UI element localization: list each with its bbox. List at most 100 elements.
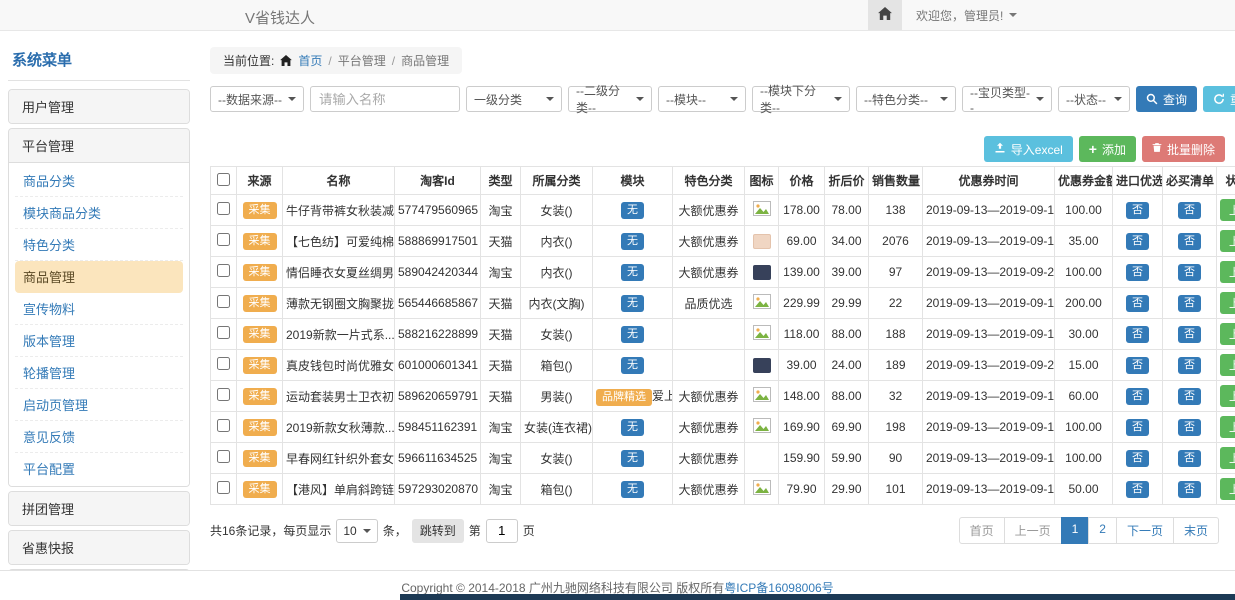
sidebar-section: 用户管理 (8, 89, 190, 124)
row-checkbox[interactable] (217, 202, 230, 215)
chevron-down-icon (363, 529, 371, 533)
select-all-checkbox[interactable] (217, 173, 230, 186)
row-checkbox[interactable] (217, 295, 230, 308)
import-select-badge[interactable]: 否 (1126, 233, 1149, 250)
import-select-badge[interactable]: 否 (1126, 326, 1149, 343)
sidebar-item[interactable]: 商品分类 (15, 165, 183, 197)
taoke-id: 597293020870 (395, 474, 481, 505)
coupon-time: 2019-09-13—2019-09-17 (923, 412, 1055, 443)
name-search-input[interactable] (310, 86, 460, 112)
status-button[interactable]: 上架 (1220, 354, 1235, 376)
row-checkbox[interactable] (217, 450, 230, 463)
level2-category-filter[interactable]: --二级分类-- (568, 86, 652, 112)
sidebar-section-header[interactable]: 拼团管理 (9, 492, 189, 525)
status-button[interactable]: 上架 (1220, 385, 1235, 407)
status-filter[interactable]: --状态-- (1058, 86, 1130, 112)
sidebar-item[interactable]: 轮播管理 (15, 357, 183, 389)
sidebar-item[interactable]: 版本管理 (15, 325, 183, 357)
chevron-down-icon (940, 97, 948, 101)
breadcrumb-item: 平台管理 (338, 52, 386, 69)
sidebar-item[interactable]: 启动页管理 (15, 389, 183, 421)
sidebar-item[interactable]: 商品管理 (15, 261, 183, 293)
row-checkbox[interactable] (217, 388, 230, 401)
product-name: 真皮钱包时尚优雅女士... (283, 350, 395, 381)
status-button[interactable]: 上架 (1220, 199, 1235, 221)
import-select-badge[interactable]: 否 (1126, 357, 1149, 374)
pager-item[interactable]: 末页 (1173, 517, 1219, 544)
pager-item[interactable]: 下一页 (1116, 517, 1174, 544)
status-button[interactable]: 上架 (1220, 261, 1235, 283)
jump-button[interactable]: 跳转到 (412, 519, 464, 543)
row-checkbox[interactable] (217, 326, 230, 339)
reset-button[interactable]: 重置 (1203, 86, 1235, 112)
sidebar-item[interactable]: 意见反馈 (15, 421, 183, 453)
module-filter[interactable]: --模块-- (658, 86, 746, 112)
import-select-badge[interactable]: 否 (1126, 419, 1149, 436)
refresh-icon (1213, 93, 1225, 105)
import-select-badge[interactable]: 否 (1126, 295, 1149, 312)
status-button[interactable]: 上架 (1220, 478, 1235, 500)
sidebar-section-header[interactable]: 平台管理 (9, 129, 189, 162)
sidebar-item[interactable]: 特色分类 (15, 229, 183, 261)
product-image-icon (753, 418, 771, 436)
module-subcategory-filter[interactable]: --模块下分类-- (752, 86, 850, 112)
row-checkbox[interactable] (217, 419, 230, 432)
user-menu[interactable]: 欢迎您，管理员! (902, 7, 1031, 24)
batch-delete-button[interactable]: 批量删除 (1142, 136, 1225, 162)
status-button[interactable]: 上架 (1220, 230, 1235, 252)
taoke-id: 596611634525 (395, 443, 481, 474)
must-buy-badge[interactable]: 否 (1178, 357, 1201, 374)
table-row: 采集薄款无钢圈文胸聚拢性...565446685867天猫内衣(文胸)无品质优选… (211, 288, 1235, 319)
must-buy-badge[interactable]: 否 (1178, 202, 1201, 219)
sidebar-item[interactable]: 平台配置 (15, 453, 183, 484)
must-buy-badge[interactable]: 否 (1178, 481, 1201, 498)
must-buy-badge[interactable]: 否 (1178, 264, 1201, 281)
row-checkbox[interactable] (217, 481, 230, 494)
coupon-time: 2019-09-13—2019-09-18 (923, 226, 1055, 257)
status-button[interactable]: 上架 (1220, 292, 1235, 314)
import-excel-button[interactable]: 导入excel (984, 136, 1073, 162)
sidebar-section-header[interactable]: 省惠快报 (9, 531, 189, 564)
plus-icon (1089, 142, 1097, 157)
row-checkbox[interactable] (217, 357, 230, 370)
sidebar-item[interactable]: 宣传物料 (15, 293, 183, 325)
source-badge: 采集 (243, 388, 277, 405)
feature-category-filter[interactable]: --特色分类-- (856, 86, 956, 112)
must-buy-badge[interactable]: 否 (1178, 233, 1201, 250)
import-select-badge[interactable]: 否 (1126, 202, 1149, 219)
breadcrumb-home-link[interactable]: 首页 (298, 52, 322, 69)
home-button[interactable] (868, 0, 902, 30)
discount-price: 59.90 (825, 443, 869, 474)
row-checkbox[interactable] (217, 233, 230, 246)
pager-item[interactable]: 首页 (959, 517, 1005, 544)
source-filter[interactable]: --数据来源-- (210, 86, 304, 112)
must-buy-badge[interactable]: 否 (1178, 450, 1201, 467)
must-buy-badge[interactable]: 否 (1178, 419, 1201, 436)
pager-item[interactable]: 1 (1061, 517, 1090, 544)
import-select-badge[interactable]: 否 (1126, 481, 1149, 498)
level1-category-filter[interactable]: 一级分类 (466, 86, 562, 112)
status-button[interactable]: 上架 (1220, 323, 1235, 345)
row-checkbox[interactable] (217, 264, 230, 277)
sidebar-item[interactable]: 模块商品分类 (15, 197, 183, 229)
status-button[interactable]: 上架 (1220, 416, 1235, 438)
sidebar-section-header[interactable]: 用户管理 (9, 90, 189, 123)
must-buy-badge[interactable]: 否 (1178, 326, 1201, 343)
product-type-filter[interactable]: --宝贝类型-- (962, 86, 1052, 112)
jump-page-input[interactable] (486, 519, 518, 543)
search-button[interactable]: 查询 (1136, 86, 1197, 112)
icp-link[interactable]: 粤ICP备16098006号 (724, 581, 833, 595)
must-buy-badge[interactable]: 否 (1178, 388, 1201, 405)
import-select-badge[interactable]: 否 (1126, 264, 1149, 281)
import-select-badge[interactable]: 否 (1126, 388, 1149, 405)
status-button[interactable]: 上架 (1220, 447, 1235, 469)
pager-item[interactable]: 上一页 (1004, 517, 1062, 544)
per-page-select[interactable]: 10 (336, 519, 377, 543)
must-buy-badge[interactable]: 否 (1178, 295, 1201, 312)
product-name: 牛仔背带裤女秋装减龄... (283, 195, 395, 226)
product-name: 2019新款一片式系... (283, 319, 395, 350)
product-name: 【港风】单肩斜跨链条... (283, 474, 395, 505)
add-button[interactable]: 添加 (1079, 136, 1136, 162)
import-select-badge[interactable]: 否 (1126, 450, 1149, 467)
pager-item[interactable]: 2 (1088, 517, 1117, 544)
